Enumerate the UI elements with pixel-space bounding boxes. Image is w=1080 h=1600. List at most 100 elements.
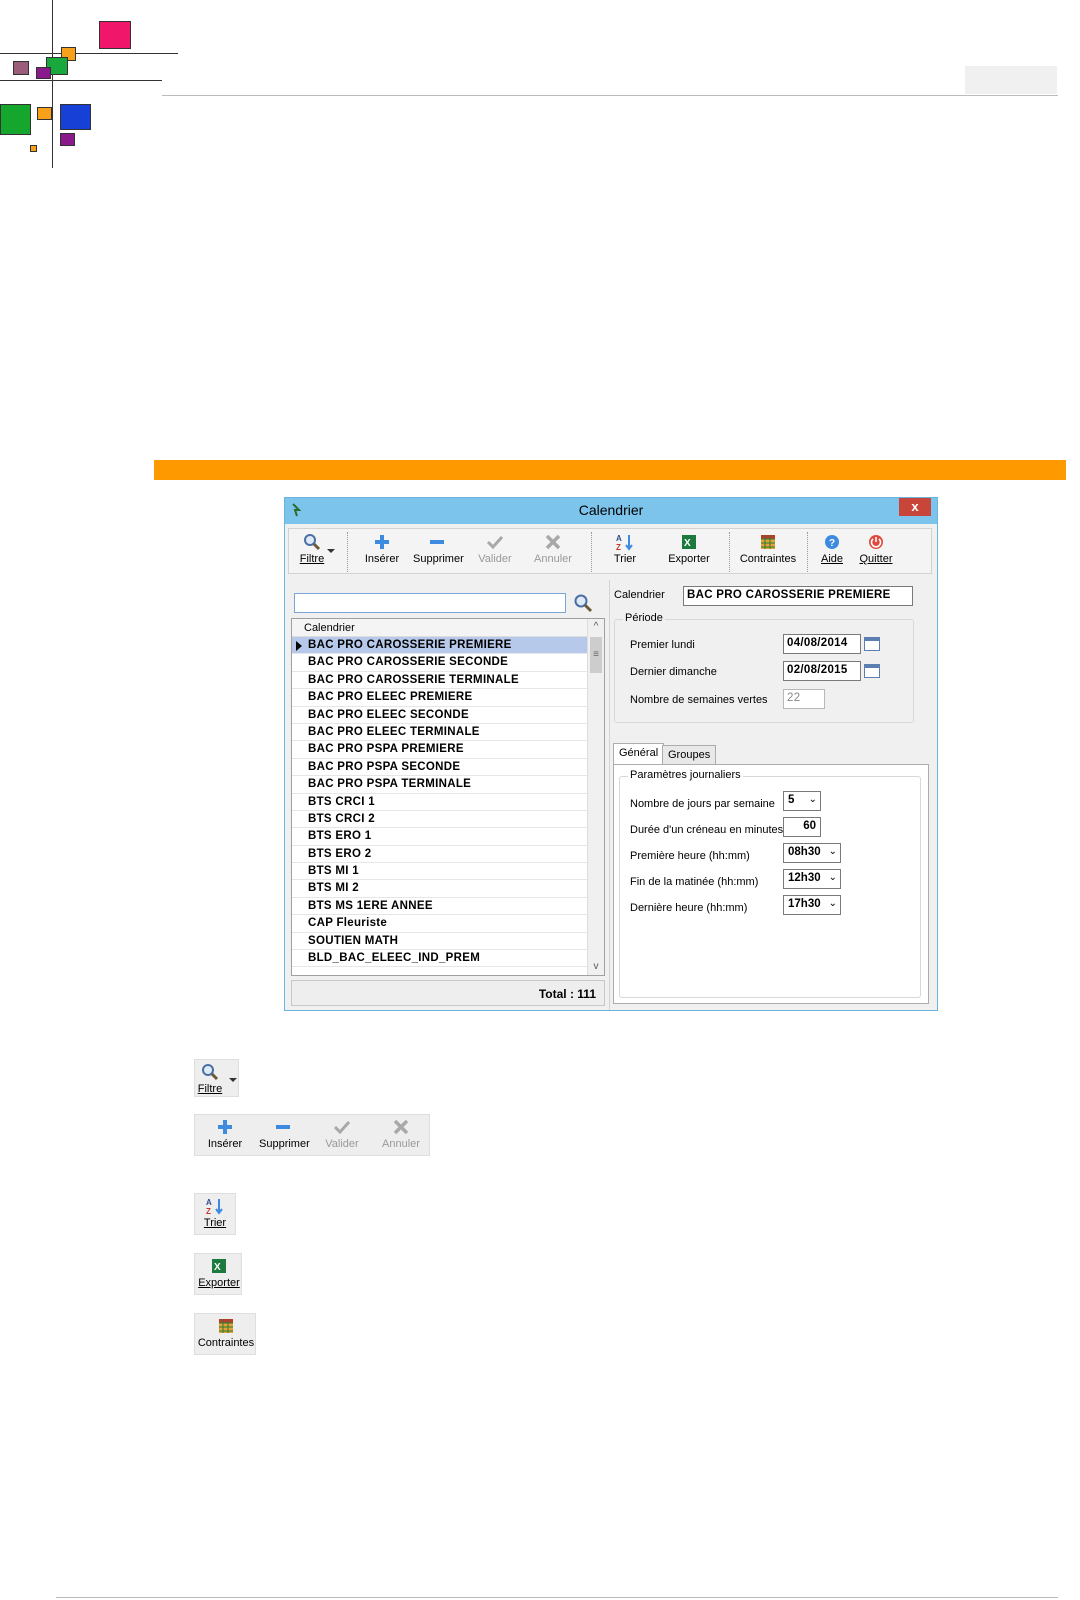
dernier-dimanche-label: Dernier dimanche [630, 666, 717, 678]
row-label: BTS CRCI 2 [308, 812, 375, 825]
chevron-down-icon: ⌄ [808, 794, 817, 805]
search-input[interactable] [294, 593, 566, 613]
table-row[interactable]: BAC PRO ELEEC SECONDE [292, 707, 588, 724]
table-row[interactable]: BTS CRCI 2 [292, 811, 588, 829]
legend-valider[interactable]: Valider [325, 1118, 359, 1156]
trier-button[interactable]: AZ Trier [611, 533, 639, 571]
table-row[interactable]: BTS ERO 2 [292, 846, 588, 864]
legend-exporter[interactable]: X Exporter [197, 1257, 241, 1295]
table-row[interactable]: BLD_BAC_ELEEC_IND_PREM [292, 950, 588, 968]
row-label: BTS CRCI 1 [308, 795, 375, 808]
chevron-down-icon[interactable] [327, 549, 335, 553]
row-label: BAC PRO CAROSSERIE SECONDE [308, 656, 509, 669]
table-row[interactable]: BTS CRCI 1 [292, 794, 588, 811]
power-icon [869, 535, 883, 549]
table-row[interactable]: SOUTIEN MATH [292, 933, 588, 951]
table-row[interactable]: BTS ERO 1 [292, 828, 588, 846]
column-header[interactable]: Calendrier [292, 619, 588, 637]
table-row[interactable]: BAC PRO CAROSSERIE SECONDE [292, 654, 588, 672]
scroll-down-arrow[interactable]: v [588, 959, 604, 975]
table-row[interactable]: BAC PRO ELEEC PREMIERE [292, 689, 588, 707]
legend-supprimer[interactable]: Supprimer [259, 1118, 310, 1156]
row-label: BAC PRO CAROSSERIE PREMIERE [308, 639, 512, 651]
decor-square-purple-2 [60, 133, 75, 146]
dernier-dimanche-field[interactable]: 02/08/2015 [783, 661, 861, 681]
search-icon[interactable] [573, 593, 593, 613]
window-title: Calendrier [578, 502, 644, 518]
close-button[interactable]: x [899, 498, 931, 516]
table-row[interactable]: BAC PRO ELEEC TERMINALE [292, 724, 588, 742]
title-bar[interactable]: Calendrier x [285, 498, 937, 524]
calendar-icon[interactable] [864, 664, 880, 678]
exporter-button[interactable]: X Exporter [667, 533, 711, 571]
fin-matinee-select[interactable]: 12h30 ⌄ [783, 869, 841, 889]
calendar-rows: BAC PRO CAROSSERIE PREMIERE BAC PRO CAROS… [292, 637, 588, 968]
chevron-down-icon: ⌄ [828, 846, 837, 857]
cross-icon [545, 534, 561, 550]
legend-filtre[interactable]: Filtre [197, 1063, 223, 1101]
fin-matinee-value: 12h30 [788, 872, 821, 884]
decor-square-pink [99, 21, 131, 49]
check-icon [486, 535, 504, 550]
row-label: BAC PRO CAROSSERIE TERMINALE [308, 673, 519, 686]
cross-icon [393, 1119, 409, 1135]
calendrier-field[interactable]: BAC PRO CAROSSERIE PREMIERE [683, 586, 913, 606]
table-row[interactable]: BTS MS 1ERE ANNEE [292, 898, 588, 916]
legend-contraintes-button[interactable]: Contraintes [194, 1313, 256, 1355]
table-row[interactable]: BTS MI 2 [292, 880, 588, 898]
row-label: SOUTIEN MATH [308, 934, 399, 947]
table-row[interactable]: BTS MI 1 [292, 863, 588, 881]
supprimer-label: Supprimer [413, 553, 464, 565]
detail-panel: Calendrier BAC PRO CAROSSERIE PREMIERE P… [609, 580, 935, 1010]
valider-button[interactable]: Valider [477, 533, 513, 571]
table-row[interactable]: BAC PRO PSPA PREMIERE [292, 741, 588, 759]
derniere-heure-value: 17h30 [788, 898, 821, 910]
filtre-button[interactable]: Filtre [295, 533, 329, 571]
general-tab-panel: Paramètres journaliers Nombre de jours p… [613, 764, 929, 1004]
premiere-heure-select[interactable]: 08h30 ⌄ [783, 843, 841, 863]
legend-annuler[interactable]: Annuler [381, 1118, 421, 1156]
row-label: BAC PRO PSPA PREMIERE [308, 743, 464, 756]
semaines-label: Nombre de semaines vertes [630, 694, 768, 706]
row-label: BAC PRO ELEEC TERMINALE [308, 725, 480, 738]
contraintes-button[interactable]: Contraintes [739, 533, 797, 571]
quitter-button[interactable]: Quitter [859, 533, 893, 571]
tab-groupes[interactable]: Groupes [662, 745, 717, 765]
aide-button[interactable]: ? Aide [819, 533, 845, 571]
table-row[interactable]: CAP Fleuriste [292, 915, 588, 933]
row-label: BAC PRO ELEEC PREMIERE [308, 691, 473, 704]
calendar-icon[interactable] [864, 637, 880, 651]
legend-trier[interactable]: AZ Trier [201, 1197, 229, 1235]
legend-inserer[interactable]: Insérer [207, 1118, 243, 1156]
scroll-up-arrow[interactable]: ^ [588, 619, 604, 635]
table-row[interactable]: BAC PRO CAROSSERIE TERMINALE [292, 672, 588, 690]
premier-lundi-field[interactable]: 04/08/2014 [783, 634, 861, 654]
fin-matinee-label: Fin de la matinée (hh:mm) [630, 876, 759, 888]
inserer-button[interactable]: Insérer [363, 533, 401, 571]
duree-field[interactable]: 60 [783, 817, 821, 837]
table-row[interactable]: BAC PRO PSPA TERMINALE [292, 776, 588, 794]
table-row[interactable]: BAC PRO PSPA SECONDE [292, 759, 588, 777]
exporter-label: Exporter [668, 553, 710, 565]
aide-label: Aide [820, 553, 844, 565]
jours-label: Nombre de jours par semaine [630, 798, 775, 810]
legend-filtre-label: Filtre [197, 1083, 223, 1095]
table-row[interactable]: BAC PRO CAROSSERIE PREMIERE [292, 637, 588, 655]
legend-exporter-button[interactable]: X Exporter [194, 1253, 242, 1295]
annuler-button[interactable]: Annuler [533, 533, 573, 571]
legend-contraintes[interactable]: Contraintes [197, 1317, 255, 1355]
legend-filtre-button[interactable]: Filtre [194, 1059, 239, 1097]
sort-az-icon: AZ [206, 1198, 223, 1215]
contraintes-label: Contraintes [739, 553, 797, 565]
filtre-label: Filtre [299, 553, 325, 565]
derniere-heure-select[interactable]: 17h30 ⌄ [783, 895, 841, 915]
svg-text:A: A [206, 1198, 212, 1207]
excel-icon: X [212, 1259, 226, 1273]
jours-select[interactable]: 5 ⌄ [783, 791, 821, 811]
tab-general[interactable]: Général [613, 743, 665, 765]
supprimer-button[interactable]: Supprimer [413, 533, 464, 571]
scroll-thumb[interactable]: ≡ [590, 637, 602, 673]
legend-trier-button[interactable]: AZ Trier [194, 1193, 236, 1235]
row-label: BLD_BAC_ELEEC_IND_PREM [308, 952, 481, 965]
vertical-scrollbar[interactable]: ^ ≡ v [587, 619, 604, 975]
